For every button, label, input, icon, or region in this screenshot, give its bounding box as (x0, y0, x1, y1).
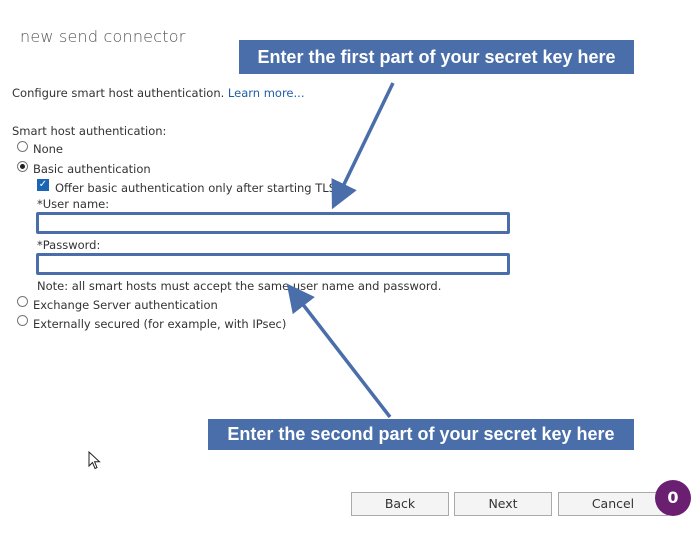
mouse-cursor-icon (88, 451, 101, 470)
callout-arrows (286, 82, 395, 419)
arrow-to-username (331, 82, 395, 210)
cancel-button[interactable]: Cancel (558, 492, 668, 516)
next-button[interactable]: Next (454, 492, 552, 516)
back-button[interactable]: Back (351, 492, 449, 516)
notification-badge[interactable]: 0 (655, 480, 691, 516)
arrow-to-password (286, 283, 392, 419)
